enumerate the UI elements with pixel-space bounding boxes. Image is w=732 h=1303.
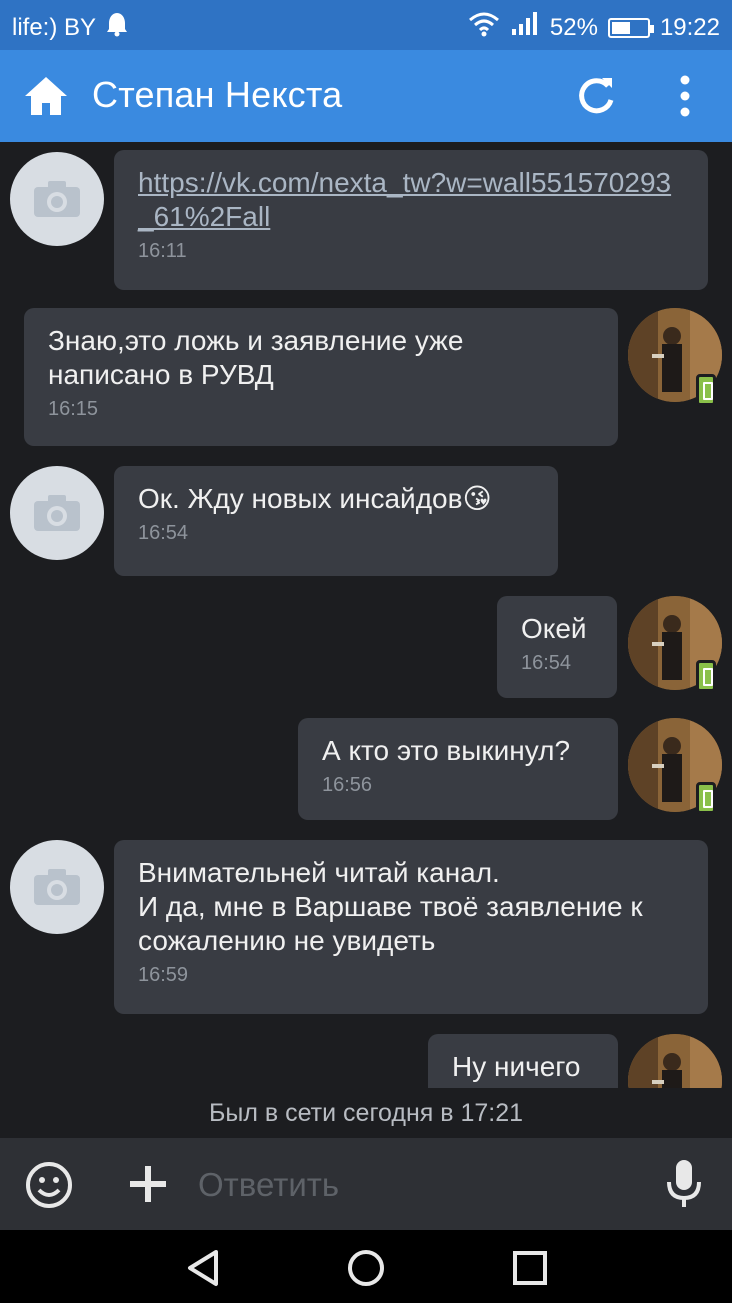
recents-icon[interactable]	[510, 1248, 550, 1288]
message-text: Ну ничего	[452, 1051, 581, 1082]
home-icon[interactable]	[22, 74, 70, 118]
message-time: 16:15	[48, 398, 99, 420]
message-text: Окей	[521, 613, 587, 644]
avatar-placeholder-camera-icon[interactable]	[10, 466, 104, 560]
system-nav-bar	[0, 1230, 732, 1303]
refresh-icon[interactable]	[574, 74, 618, 118]
more-vert-icon[interactable]	[670, 72, 700, 120]
status-bar: life:) BY 52% 19:22	[0, 0, 732, 50]
battery-icon	[607, 17, 654, 38]
message-bubble-outgoing[interactable]: Ну ничего	[428, 1034, 618, 1088]
message-bubble-outgoing[interactable]: Знаю,это ложь и заявление уже написано в…	[24, 308, 618, 446]
message-time: 16:59	[138, 964, 189, 986]
avatar-placeholder-camera-icon[interactable]	[10, 152, 104, 246]
message-list[interactable]: https://vk.com/nexta_tw?w=wall551570293_…	[0, 142, 732, 1088]
message-composer	[0, 1138, 732, 1230]
kiss-emoji-icon: 😘	[462, 483, 492, 514]
message-bubble-incoming[interactable]: https://vk.com/nexta_tw?w=wall551570293_…	[114, 150, 708, 290]
online-mobile-icon	[696, 782, 716, 814]
avatar[interactable]	[628, 1034, 722, 1088]
carrier-label: life:) BY	[12, 13, 97, 41]
message-text: А кто это выкинул?	[322, 735, 571, 766]
message-bubble-incoming[interactable]: Внимательней читай канал. И да, мне в Ва…	[114, 840, 708, 1014]
message-link[interactable]: https://vk.com/nexta_tw?w=wall551570293_…	[138, 166, 684, 234]
message-time: 16:54	[138, 522, 189, 544]
message-text: Знаю,это ложь и заявление уже написано в…	[48, 325, 464, 390]
page-title: Степан Некста	[92, 74, 343, 115]
app-bar: Степан Некста	[0, 50, 732, 142]
wifi-icon	[468, 11, 500, 44]
online-mobile-icon	[696, 660, 716, 692]
reply-input[interactable]	[198, 1162, 638, 1208]
plus-icon[interactable]	[126, 1162, 170, 1206]
online-mobile-icon	[696, 374, 716, 406]
battery-percent: 52%	[549, 13, 598, 41]
last-seen-status: Был в сети сегодня в 17:21	[0, 1088, 732, 1138]
message-time: 16:56	[322, 774, 373, 796]
message-bubble-outgoing[interactable]: Окей 16:54	[497, 596, 617, 698]
home-circle-icon[interactable]	[346, 1248, 386, 1288]
message-time: 16:54	[521, 652, 572, 674]
emoji-icon[interactable]	[24, 1160, 74, 1210]
back-icon[interactable]	[184, 1248, 224, 1288]
message-bubble-outgoing[interactable]: А кто это выкинул? 16:56	[298, 718, 618, 820]
signal-icon	[510, 11, 540, 44]
notification-icon	[106, 11, 128, 44]
clock: 19:22	[659, 13, 720, 41]
message-text: Внимательней читай канал. И да, мне в Ва…	[138, 857, 643, 956]
message-time: 16:11	[138, 240, 187, 262]
avatar-placeholder-camera-icon[interactable]	[10, 840, 104, 934]
message-text: Ок. Жду новых инсайдов	[138, 483, 463, 514]
message-bubble-incoming[interactable]: Ок. Жду новых инсайдов😘 16:54	[114, 466, 558, 576]
mic-icon[interactable]	[664, 1158, 704, 1210]
